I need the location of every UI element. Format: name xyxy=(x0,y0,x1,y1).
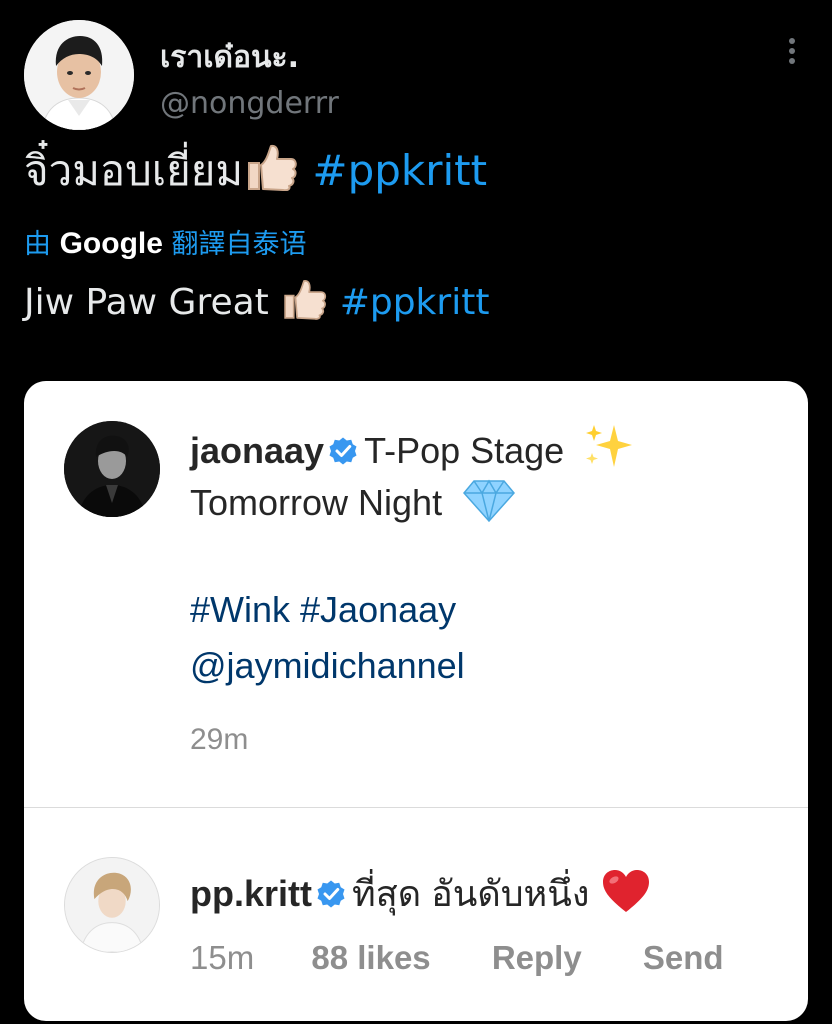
post-mention[interactable]: @jaymidichannel xyxy=(190,645,465,687)
commenter-username[interactable]: pp.kritt xyxy=(190,873,312,914)
tweet-hashtag-link[interactable]: #ppkritt xyxy=(312,146,487,195)
divider xyxy=(24,807,808,808)
gem-icon xyxy=(463,479,516,523)
post-caption-line2-row: Tomorrow Night xyxy=(190,479,516,524)
post-caption-line2: Tomorrow Night xyxy=(190,482,443,523)
translation-attribution[interactable]: 由 Google 翻譯自泰语 xyxy=(24,222,307,261)
embedded-image-card[interactable]: jaonaay T-Pop Stage Tomorrow Night #Wink … xyxy=(24,381,808,1021)
post-timestamp: 29m xyxy=(190,723,249,756)
comment-reply-button[interactable]: Reply xyxy=(492,939,582,977)
post-hashtags[interactable]: #Wink #Jaonaay xyxy=(190,589,456,631)
verified-badge-icon xyxy=(317,880,345,908)
post-author-avatar[interactable] xyxy=(64,421,160,517)
post-caption-line1: T-Pop Stage xyxy=(364,430,565,471)
comment-likes-button[interactable]: 88 likes xyxy=(311,939,430,977)
red-heart-icon xyxy=(603,870,650,912)
sparkles-icon xyxy=(586,425,633,467)
post-username[interactable]: jaonaay xyxy=(190,430,324,471)
author-handle[interactable]: @nongderrr xyxy=(160,86,339,121)
translated-tweet: Jiw Paw Great #ppkritt xyxy=(24,278,489,329)
comment-timestamp: 15m xyxy=(190,939,255,976)
comment-actions: 15m 88 likes Reply Send xyxy=(190,939,776,977)
post-header: jaonaay T-Pop Stage xyxy=(190,423,634,472)
translated-hashtag-link[interactable]: #ppkritt xyxy=(340,282,490,323)
tweet-text: จิ๋วมอบเยี่ยม #ppkritt xyxy=(24,138,487,204)
translate-prefix: 由 xyxy=(24,229,51,260)
author-display-name[interactable]: เราเด๋อนะ. xyxy=(160,34,299,81)
tweet-body-text: จิ๋วมอบเยี่ยม xyxy=(24,146,244,195)
google-logo-text: Google xyxy=(59,227,163,260)
commenter-avatar[interactable] xyxy=(64,857,160,953)
comment-send-button[interactable]: Send xyxy=(643,939,724,977)
translated-body-text: Jiw Paw Great xyxy=(24,282,269,323)
author-avatar[interactable] xyxy=(24,20,134,130)
comment-text: ที่สุด อันดับหนึ่ง xyxy=(352,873,590,914)
comment-row: pp.kritt ที่สุด อันดับหนึ่ง xyxy=(190,865,651,922)
thumbs-up-icon xyxy=(280,278,328,329)
verified-badge-icon xyxy=(329,437,357,465)
more-options-icon[interactable] xyxy=(780,36,804,70)
thumbs-up-icon xyxy=(243,143,299,201)
translate-suffix: 翻譯自泰语 xyxy=(171,229,307,260)
